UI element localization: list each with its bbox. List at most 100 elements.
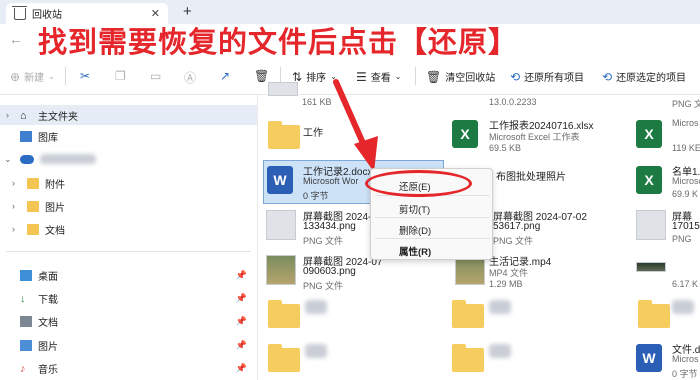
image-thumbnail[interactable] bbox=[636, 210, 666, 240]
menu-item-properties[interactable]: 属性(R) bbox=[399, 244, 431, 258]
sidebar-item-pictures[interactable]: 图片 📌 bbox=[0, 335, 257, 355]
chevron-right-icon[interactable]: › bbox=[12, 201, 15, 211]
image-thumbnail[interactable] bbox=[268, 82, 298, 96]
folder-icon[interactable] bbox=[268, 121, 300, 149]
file-name[interactable]: 090603.png bbox=[303, 266, 356, 277]
empty-recycle-bin-button[interactable]: 🗑 清空回收站 bbox=[426, 69, 495, 85]
pin-icon[interactable]: 📌 bbox=[236, 316, 247, 327]
sidebar-item-cloud-pictures[interactable]: › 图片 bbox=[0, 196, 257, 216]
menu-item-delete[interactable]: 删除(D) bbox=[399, 223, 431, 237]
pin-icon[interactable]: 📌 bbox=[236, 270, 247, 281]
folder-icon[interactable] bbox=[638, 300, 670, 328]
pin-icon[interactable]: 📌 bbox=[236, 293, 247, 304]
gallery-icon bbox=[20, 130, 32, 142]
folder-icon[interactable] bbox=[452, 344, 484, 372]
back-arrow-icon[interactable]: ← bbox=[9, 31, 23, 47]
folder-icon[interactable] bbox=[268, 300, 300, 328]
file-type: Microsoft Excel 工作表 bbox=[489, 132, 580, 142]
chevron-right-icon[interactable]: › bbox=[12, 224, 15, 234]
excel-file-icon[interactable]: X bbox=[452, 120, 478, 148]
copy-button[interactable]: ❐ bbox=[115, 69, 126, 83]
chevron-right-icon[interactable]: › bbox=[6, 110, 9, 120]
file-type: Micros bbox=[672, 354, 699, 364]
pin-icon[interactable]: 📌 bbox=[236, 340, 247, 351]
rename-button[interactable]: Ⓐ bbox=[184, 69, 196, 86]
share-icon: ↗ bbox=[220, 69, 231, 83]
blurred-file-name bbox=[305, 300, 327, 314]
folder-icon[interactable] bbox=[268, 344, 300, 372]
sidebar-item-gallery[interactable]: 图库 bbox=[0, 126, 257, 146]
sidebar-item-downloads[interactable]: ↓ 下载 📌 bbox=[0, 288, 257, 308]
cut-button[interactable]: ✂ bbox=[80, 69, 90, 83]
file-size: 6.17 K bbox=[672, 279, 699, 289]
chevron-down-icon[interactable]: ⌄ bbox=[4, 154, 12, 165]
scissors-icon: ✂ bbox=[80, 69, 91, 83]
file-name[interactable]: 布图批处理照片 bbox=[496, 168, 566, 183]
desktop-icon bbox=[20, 269, 32, 281]
menu-item-cut[interactable]: 剪切(T) bbox=[399, 202, 430, 216]
folder-icon bbox=[27, 223, 39, 235]
file-name[interactable]: 17015 bbox=[672, 221, 700, 232]
share-button[interactable]: ↗ bbox=[220, 69, 230, 83]
new-tab-button[interactable]: + bbox=[183, 3, 192, 20]
plus-icon: ⊕ bbox=[10, 69, 21, 84]
sidebar-item-cloud-documents[interactable]: › 文档 bbox=[0, 219, 257, 239]
restore-selected-icon: ⟲ bbox=[602, 69, 613, 84]
music-icon: ♪ bbox=[20, 362, 26, 375]
file-type: Micros bbox=[672, 118, 699, 128]
restore-all-button[interactable]: ⟲ 还原所有项目 bbox=[510, 69, 584, 85]
file-name[interactable]: 工作 bbox=[303, 124, 323, 139]
menu-divider bbox=[375, 217, 490, 218]
folder-icon[interactable] bbox=[452, 300, 484, 328]
file-type: Microsc bbox=[672, 176, 700, 186]
blurred-file-name bbox=[305, 344, 327, 358]
paste-icon: ▭ bbox=[150, 69, 162, 83]
instruction-overlay: 找到需要恢复的文件后点击【还原】 bbox=[38, 27, 519, 59]
paste-button[interactable]: ▭ bbox=[150, 69, 161, 83]
home-icon: ⌂ bbox=[20, 109, 27, 122]
chevron-right-icon[interactable]: › bbox=[12, 178, 15, 188]
trash-icon: 🗑 bbox=[254, 69, 270, 83]
new-button[interactable]: ⊕ 新建 ⌄ bbox=[10, 69, 55, 85]
file-size: 69.5 KB bbox=[489, 143, 522, 153]
blurred-account-name bbox=[40, 154, 96, 164]
divider bbox=[65, 67, 66, 85]
divider bbox=[6, 251, 251, 252]
file-size: 1.29 MB bbox=[489, 279, 523, 289]
pin-icon[interactable]: 📌 bbox=[236, 363, 247, 374]
excel-file-icon[interactable]: X bbox=[636, 120, 662, 148]
file-size: 0 字节 bbox=[303, 191, 329, 201]
delete-button[interactable]: 🗑 bbox=[254, 69, 269, 83]
copy-icon: ❐ bbox=[115, 69, 126, 83]
file-size: 161 KB bbox=[302, 97, 332, 107]
file-name[interactable]: 53617.png bbox=[493, 221, 540, 232]
word-file-icon[interactable]: W bbox=[267, 166, 293, 194]
red-highlight-ring bbox=[365, 170, 472, 197]
rename-icon: Ⓐ bbox=[184, 71, 197, 85]
picture-icon bbox=[20, 339, 32, 351]
image-thumbnail[interactable] bbox=[266, 255, 296, 285]
sidebar-item-onedrive[interactable]: ⌄ bbox=[0, 149, 257, 169]
sidebar-item-home[interactable]: › ⌂ 主文件夹 bbox=[0, 105, 257, 125]
chevron-down-icon: ⌄ bbox=[48, 72, 55, 81]
download-icon: ↓ bbox=[20, 292, 26, 305]
sidebar-item-attachments[interactable]: › 附件 bbox=[0, 173, 257, 193]
divider bbox=[415, 67, 416, 85]
file-name[interactable]: 133434.png bbox=[303, 221, 356, 232]
word-file-icon[interactable]: W bbox=[636, 344, 662, 372]
sidebar-item-desktop[interactable]: 桌面 📌 bbox=[0, 265, 257, 285]
image-thumbnail[interactable] bbox=[636, 262, 666, 272]
trash-icon: 🗑 bbox=[426, 69, 442, 84]
sidebar-item-documents[interactable]: 文档 📌 bbox=[0, 311, 257, 331]
restore-selected-button[interactable]: ⟲ 还原选定的项目 bbox=[602, 69, 686, 85]
file-type: MP4 文件 bbox=[489, 268, 529, 278]
menu-divider bbox=[375, 238, 490, 239]
file-type: PNG bbox=[672, 234, 692, 244]
excel-file-icon[interactable]: X bbox=[636, 166, 662, 194]
recycle-bin-icon bbox=[12, 5, 27, 20]
sidebar-item-music[interactable]: ♪ 音乐 📌 bbox=[0, 358, 257, 378]
file-size: 69.9 K bbox=[672, 189, 699, 199]
cloud-icon bbox=[20, 154, 34, 164]
image-thumbnail[interactable] bbox=[266, 210, 296, 240]
blurred-file-name bbox=[672, 300, 694, 314]
